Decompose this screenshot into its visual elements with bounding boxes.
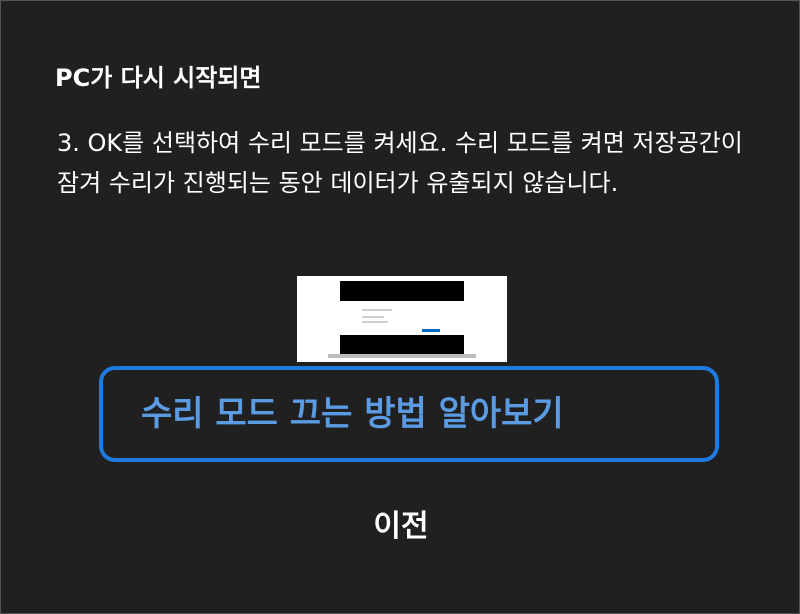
previous-button[interactable]: 이전 (341, 505, 461, 549)
laptop-icon (297, 276, 507, 362)
screen-ok-button (422, 329, 440, 332)
dialog-window: PC가 다시 시작되면 3. OK를 선택하여 수리 모드를 켜세요. 수리 모… (0, 0, 800, 614)
laptop-screen (340, 281, 464, 354)
laptop-base (328, 354, 476, 358)
screen-dialog (340, 301, 464, 335)
page-title: PC가 다시 시작되면 (55, 64, 262, 92)
instruction-text: 3. OK를 선택하여 수리 모드를 켜세요. 수리 모드를 켜면 저장공간이 … (57, 129, 743, 197)
learn-how-to-turn-off-repair-mode-link[interactable]: 수리 모드 끄는 방법 알아보기 (99, 366, 719, 462)
